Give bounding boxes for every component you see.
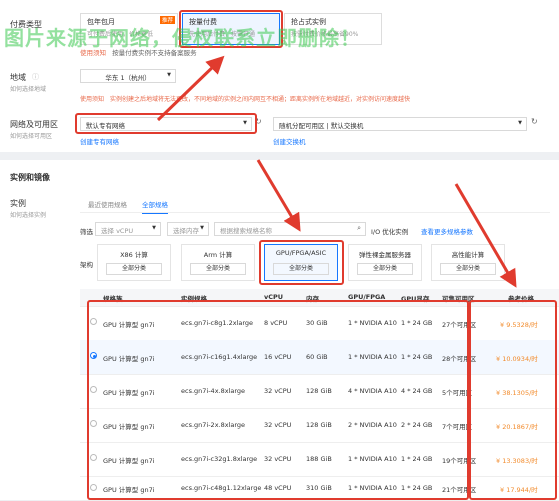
- watermark: 图片来源于网络，侵权联系立即删除！: [4, 26, 361, 50]
- arrow-to-gpu: [256, 159, 301, 232]
- annotation-arrows: [156, 55, 517, 288]
- arrow-to-price: [454, 183, 517, 288]
- arrow-to-payg: [156, 55, 225, 122]
